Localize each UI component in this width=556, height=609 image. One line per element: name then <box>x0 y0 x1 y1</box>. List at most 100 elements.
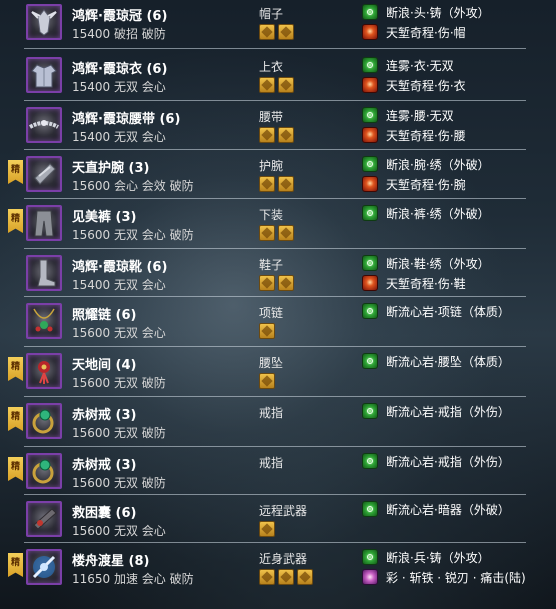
gem-slot-icon[interactable] <box>259 77 275 93</box>
gear-name: 赤树戒 (3) <box>72 408 137 423</box>
enhancement-line: 断流心岩·项链（体质） <box>362 302 510 320</box>
enhancement-icon <box>362 501 378 517</box>
row-divider <box>24 346 526 347</box>
row-divider <box>24 542 526 543</box>
equipment-row[interactable]: 鸿辉·霞琼腰带 (6) 15400 无双 会心 腰带 连雾·腰·无双 天堑奇程·伤·… <box>0 103 556 150</box>
enhancement-icon <box>362 4 378 20</box>
enchant-text: 天堑奇程·伤·衣 <box>386 78 466 93</box>
gear-name: 楼舟渡星 (8) <box>72 554 150 569</box>
enhancement-icon <box>362 205 378 221</box>
ring-icon[interactable] <box>26 453 62 489</box>
slot-name: 远程武器 <box>259 504 308 518</box>
slot-name: 鞋子 <box>259 258 284 272</box>
belt-icon[interactable] <box>26 107 62 143</box>
equipment-row[interactable]: 精 赤树戒 (3) 15600 无双 破防 戒指 断流心岩·戒指（外伤） <box>0 399 556 447</box>
gem-slot-icon[interactable] <box>278 275 294 291</box>
enhancement-text: 断流心岩·腰坠（体质） <box>386 354 510 369</box>
gem-slots <box>259 225 294 241</box>
boots-icon[interactable] <box>26 255 62 291</box>
pants-icon[interactable] <box>26 205 62 241</box>
enhancement-text: 断流心岩·暗器（外破） <box>386 502 510 517</box>
helmet-icon[interactable] <box>26 4 62 40</box>
enhancement-text: 连雾·衣·无双 <box>386 58 454 73</box>
equipment-row[interactable]: 精 赤树戒 (3) 15600 无双 破防 戒指 断流心岩·戒指（外伤） <box>0 449 556 495</box>
gem-slot-icon[interactable] <box>259 225 275 241</box>
gear-stats: 15600 无双 破防 <box>72 376 166 390</box>
ring-icon[interactable] <box>26 403 62 439</box>
gem-slot-icon[interactable] <box>278 127 294 143</box>
enchant-icon <box>362 569 378 585</box>
refined-badge: 精 <box>8 160 23 184</box>
slot-name: 腰带 <box>259 110 284 124</box>
equipment-row[interactable]: 精 楼舟渡星 (8) 11650 加速 会心 破防 近身武器 断浪·兵·铸（外攻） 彩… <box>0 545 556 605</box>
gear-name: 见美裤 (3) <box>72 210 137 225</box>
slot-name: 戒指 <box>259 406 284 420</box>
enchant-text: 天堑奇程·伤·帽 <box>386 25 466 40</box>
row-divider <box>24 396 526 397</box>
melee-weapon-icon[interactable] <box>26 549 62 585</box>
slot-name: 上衣 <box>259 60 284 74</box>
gear-name: 救困囊 (6) <box>72 506 137 521</box>
enhancement-text: 断浪·兵·铸（外攻） <box>386 550 490 565</box>
gem-slots <box>259 569 313 585</box>
slot-name: 下装 <box>259 208 284 222</box>
enhancement-line: 断浪·兵·铸（外攻） <box>362 548 490 566</box>
gem-slot-icon[interactable] <box>259 176 275 192</box>
gear-name: 鸿辉·霞琼腰带 (6) <box>72 112 181 127</box>
gem-slot-icon[interactable] <box>259 323 275 339</box>
enhancement-line: 连雾·衣·无双 <box>362 56 454 74</box>
enhancement-line: 连雾·腰·无双 <box>362 106 454 124</box>
equipment-row[interactable]: 鸿辉·霞琼靴 (6) 15400 无双 会心 鞋子 断浪·鞋·绣（外攻） 天堑奇程·… <box>0 251 556 297</box>
pendant-icon[interactable] <box>26 353 62 389</box>
enhancement-line: 断浪·鞋·绣（外攻） <box>362 254 490 272</box>
refined-badge: 精 <box>8 209 23 233</box>
gem-slot-icon[interactable] <box>278 225 294 241</box>
enhancement-icon <box>362 57 378 73</box>
gear-name: 天地间 (4) <box>72 358 137 373</box>
equipment-row[interactable]: 鸿辉·霞琼衣 (6) 15400 无双 会心 上衣 连雾·衣·无双 天堑奇程·伤·衣 <box>0 53 556 101</box>
gem-slot-icon[interactable] <box>259 24 275 40</box>
equipment-row[interactable]: 鸿辉·霞琼冠 (6) 15400 破招 破防 帽子 断浪·头·铸（外攻） 天堑奇程·… <box>0 0 556 49</box>
equipment-row[interactable]: 照耀链 (6) 15600 无双 会心 项链 断流心岩·项链（体质） <box>0 299 556 347</box>
row-divider <box>24 248 526 249</box>
gem-slot-icon[interactable] <box>297 569 313 585</box>
gem-slot-icon[interactable] <box>259 521 275 537</box>
enchant-line: 天堑奇程·伤·衣 <box>362 76 466 94</box>
gem-slot-icon[interactable] <box>259 373 275 389</box>
gem-slot-icon[interactable] <box>278 77 294 93</box>
enhancement-line: 断浪·裤·绣（外破） <box>362 204 490 222</box>
equipment-row[interactable]: 精 天直护腕 (3) 15600 会心 会效 破防 护腕 断浪·腕·绣（外破） 天堑奇… <box>0 152 556 199</box>
equipment-row[interactable]: 救困囊 (6) 15600 无双 会心 远程武器 断流心岩·暗器（外破） <box>0 497 556 543</box>
gear-stats: 11650 加速 会心 破防 <box>72 572 194 586</box>
gear-stats: 15600 无双 破防 <box>72 426 166 440</box>
ranged-weapon-icon[interactable] <box>26 501 62 537</box>
gem-slot-icon[interactable] <box>278 176 294 192</box>
enhancement-text: 断流心岩·项链（体质） <box>386 304 510 319</box>
enhancement-text: 连雾·腰·无双 <box>386 108 454 123</box>
gem-slot-icon[interactable] <box>259 275 275 291</box>
equipment-row[interactable]: 精 天地间 (4) 15600 无双 破防 腰坠 断流心岩·腰坠（体质） <box>0 349 556 397</box>
enhancement-icon <box>362 255 378 271</box>
gem-slots <box>259 323 275 339</box>
enhancement-line: 断流心岩·戒指（外伤） <box>362 402 510 420</box>
bracer-icon[interactable] <box>26 156 62 192</box>
gem-slots <box>259 77 294 93</box>
gem-slot-icon[interactable] <box>259 127 275 143</box>
gem-slot-icon[interactable] <box>278 569 294 585</box>
gear-stats: 15600 无双 会心 <box>72 524 166 538</box>
enhancement-icon <box>362 403 378 419</box>
row-divider <box>24 446 526 447</box>
gear-name: 照耀链 (6) <box>72 308 137 323</box>
gear-stats: 15600 无双 破防 <box>72 476 166 490</box>
enchant-line: 天堑奇程·伤·腕 <box>362 175 466 193</box>
enchant-icon <box>362 176 378 192</box>
equipment-row[interactable]: 精 见美裤 (3) 15600 无双 会心 破防 下装 断浪·裤·绣（外破） <box>0 201 556 249</box>
enchant-line: 天堑奇程·伤·帽 <box>362 23 466 41</box>
enchant-text: 天堑奇程·伤·腰 <box>386 128 466 143</box>
gem-slot-icon[interactable] <box>259 569 275 585</box>
enchant-line: 天堑奇程·伤·鞋 <box>362 274 466 292</box>
necklace-icon[interactable] <box>26 303 62 339</box>
gem-slot-icon[interactable] <box>278 24 294 40</box>
enhancement-line: 断流心岩·暗器（外破） <box>362 500 510 518</box>
armor-icon[interactable] <box>26 57 62 93</box>
